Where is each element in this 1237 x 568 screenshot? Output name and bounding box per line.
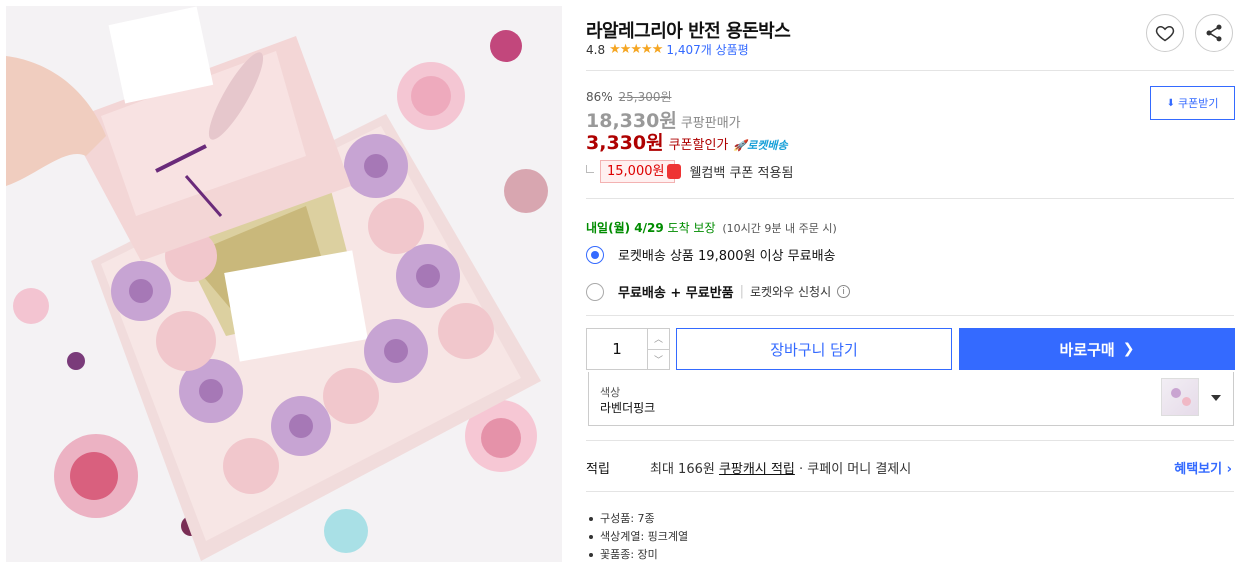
product-info-panel: 라알레그리아 반전 용돈박스 4.8 ★★★★★ 1,407개 상품평 86% …	[586, 0, 1237, 568]
share-icon	[1206, 24, 1222, 42]
welcome-coupon-text: 웰컴백 쿠폰 적용됨	[689, 166, 794, 181]
option-label: 색상	[600, 386, 621, 399]
delivery-option-sub: 로켓와우 신청시	[750, 285, 832, 299]
star-icons: ★★★★★	[609, 42, 663, 57]
caret-down-icon[interactable]	[1211, 395, 1221, 401]
rocket-delivery-badge: 🚀로켓배송	[733, 139, 788, 152]
wishlist-button[interactable]	[1146, 14, 1184, 52]
coupon-price: 3,330원	[586, 132, 664, 154]
cash-reward-link[interactable]: 쿠팡캐시 적립	[719, 462, 795, 477]
corner-icon	[586, 164, 594, 173]
option-select[interactable]: 색상 라벤더핑크	[588, 372, 1234, 426]
heart-icon	[1155, 25, 1175, 42]
spec-item: 꽃품종: 장미	[586, 546, 688, 564]
coupon-price-label: 쿠폰할인가	[668, 138, 729, 153]
discount-row: 86% 25,300원	[586, 88, 672, 105]
rating-row[interactable]: 4.8 ★★★★★ 1,407개 상품평	[586, 41, 749, 58]
delivery-option-rocket[interactable]: 로켓배송 상품 19,800원 이상 무료배송	[586, 245, 836, 264]
divider	[586, 491, 1234, 492]
discount-rate: 86%	[586, 90, 613, 104]
product-title: 라알레그리아 반전 용돈박스	[586, 21, 791, 42]
welcome-coupon-tag: 15,000원	[600, 160, 682, 183]
divider	[586, 70, 1234, 71]
spec-item: 색상계열: 핑크계열	[586, 528, 688, 546]
divider	[586, 440, 1234, 441]
delivery-option-wow[interactable]: 무료배송 + 무료반품 | 로켓와우 신청시 i	[586, 282, 851, 301]
chevron-up-icon[interactable]: ︿	[648, 329, 669, 349]
download-icon: ⬇	[1166, 97, 1175, 109]
spec-list: 구성품: 7종 색상계열: 핑크계열 꽃품종: 장미	[586, 510, 688, 564]
add-to-cart-button[interactable]: 장바구니 담기	[676, 328, 952, 370]
delivery-info: 내일(월) 4/29 도착 보장 (10시간 9분 내 주문 시)	[586, 219, 837, 236]
original-price: 25,300원	[618, 90, 672, 104]
chevron-down-icon[interactable]: ﹀	[648, 348, 669, 370]
quantity-stepper[interactable]: 1 ︿ ﹀	[586, 328, 670, 370]
reward-text: 최대 166원 쿠팡캐시 적립 · 쿠페이 머니 결제시	[650, 462, 912, 477]
arrival-date: 내일(월) 4/29	[586, 221, 664, 235]
coupon-price-row: 3,330원 쿠폰할인가 🚀로켓배송	[586, 128, 788, 155]
quantity-input[interactable]: 1	[587, 329, 647, 369]
benefits-link[interactable]: 혜택보기 ›	[1174, 458, 1232, 477]
rating-value: 4.8	[586, 42, 606, 57]
share-button[interactable]	[1195, 14, 1233, 52]
spec-item: 구성품: 7종	[586, 510, 688, 528]
reward-label: 적립	[586, 462, 610, 477]
info-icon[interactable]: i	[837, 285, 851, 298]
radio-unselected[interactable]	[586, 282, 604, 301]
chevron-right-icon: ❯	[1122, 341, 1135, 357]
radio-selected[interactable]	[586, 245, 604, 264]
buy-now-button[interactable]: 바로구매 ❯	[959, 328, 1235, 370]
order-condition: (10시간 9분 내 주문 시)	[722, 222, 837, 235]
option-value: 라벤더핑크	[600, 401, 656, 415]
get-coupon-button[interactable]: ⬇ 쿠폰받기	[1150, 86, 1235, 120]
option-thumbnail	[1161, 378, 1199, 416]
delivery-option-label: 로켓배송 상품 19,800원 이상 무료배송	[618, 249, 836, 264]
arrival-suffix: 도착 보장	[667, 221, 716, 235]
review-count-link[interactable]: 1,407개 상품평	[666, 41, 748, 58]
divider	[586, 315, 1234, 316]
welcome-coupon-row: 15,000원 웰컴백 쿠폰 적용됨	[586, 160, 793, 183]
delivery-option-label: 무료배송 + 무료반품	[618, 286, 734, 301]
product-image[interactable]	[6, 6, 562, 562]
divider	[586, 198, 1234, 199]
separator: |	[739, 284, 745, 299]
